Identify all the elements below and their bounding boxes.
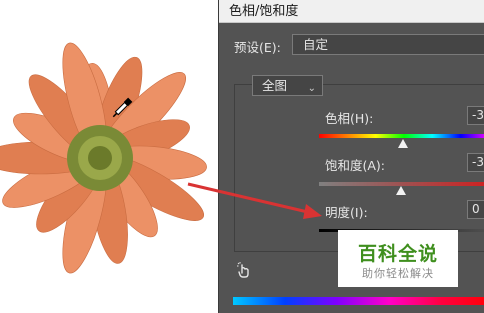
hue-label: 色相(H):: [325, 111, 374, 126]
channel-dropdown[interactable]: 全图 ⌄: [252, 75, 323, 96]
watermark: 百科全说 助你轻松解决: [338, 230, 458, 287]
hue-input[interactable]: -3: [467, 106, 484, 125]
saturation-slider-thumb[interactable]: [396, 186, 407, 195]
preset-label: 预设(E):: [234, 40, 281, 55]
channel-value: 全图: [262, 78, 288, 93]
color-spectrum-bar: [233, 297, 484, 305]
saturation-label: 饱和度(A):: [325, 158, 386, 173]
watermark-subtitle: 助你轻松解决: [362, 267, 434, 280]
hand-pointer-icon[interactable]: [235, 261, 253, 279]
hue-slider-thumb[interactable]: [397, 139, 408, 148]
saturation-input[interactable]: -3: [467, 153, 484, 172]
watermark-title: 百科全说: [357, 243, 438, 265]
chevron-down-icon: ⌄: [307, 83, 316, 94]
preset-dropdown[interactable]: 自定: [292, 34, 484, 55]
dialog-title: 色相/饱和度: [219, 0, 484, 23]
flower-image: [0, 42, 207, 274]
image-canvas[interactable]: [0, 0, 220, 313]
lightness-input[interactable]: 0: [467, 200, 484, 219]
lightness-label: 明度(I):: [325, 205, 368, 220]
hue-slider-track[interactable]: [319, 134, 484, 138]
